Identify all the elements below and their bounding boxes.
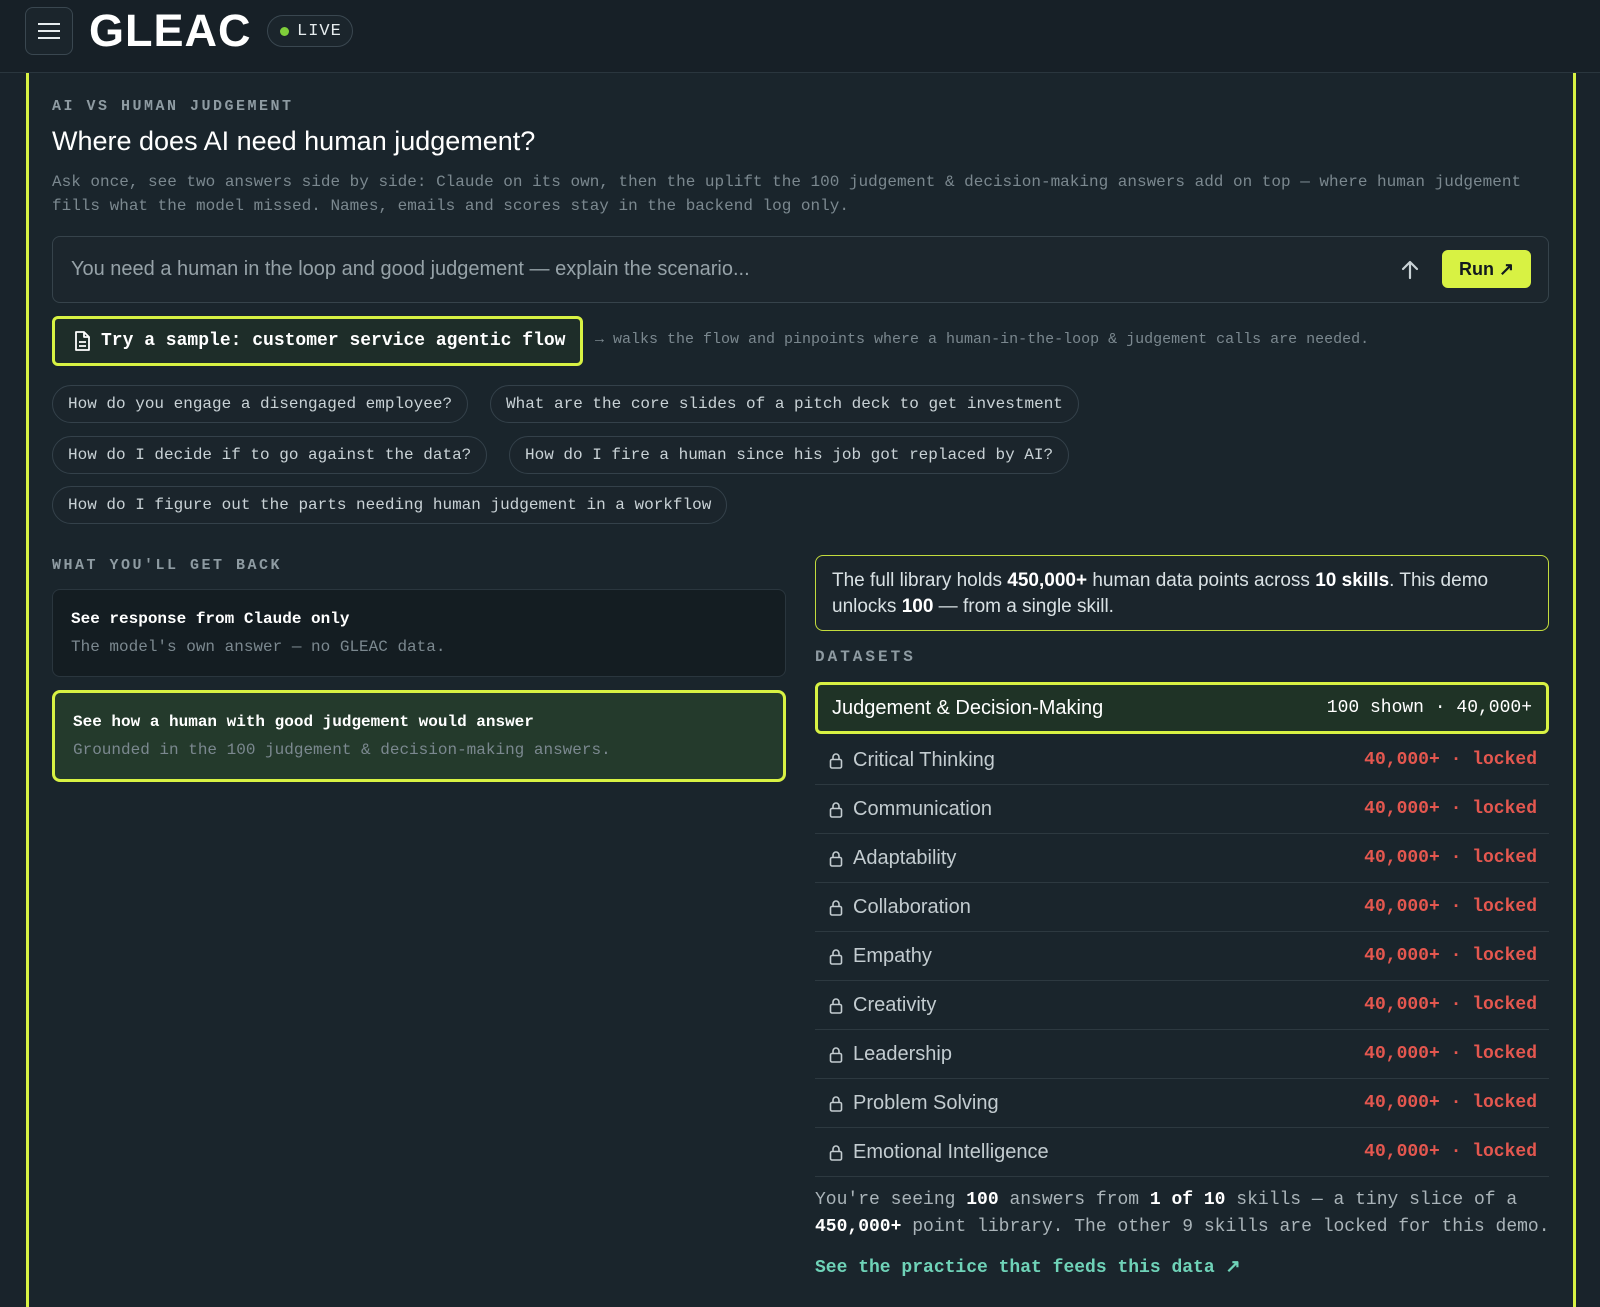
footer-text: skills — a tiny slice of a <box>1225 1190 1518 1210</box>
dataset-row-locked[interactable]: Emotional Intelligence 40,000+ · locked <box>815 1128 1549 1177</box>
page-description: Ask once, see two answers side by side: … <box>52 173 1522 215</box>
dataset-locked-status: 40,000+ · locked <box>1364 897 1537 917</box>
dataset-locked-status: 40,000+ · locked <box>1364 946 1537 966</box>
live-label: LIVE <box>297 21 342 41</box>
option-subtitle: Grounded in the 100 judgement & decision… <box>73 741 611 759</box>
footer-answers: 100 <box>966 1190 999 1210</box>
menu-button[interactable] <box>25 7 73 55</box>
option-subtitle: The model's own answer — no GLEAC data. <box>71 638 446 656</box>
dataset-name: Judgement & Decision-Making <box>832 696 1104 719</box>
option-claude-only[interactable]: See response from Claude only The model'… <box>52 589 786 677</box>
top-bar: GLEAC LIVE <box>0 0 1600 73</box>
dataset-row-left: Creativity <box>829 994 936 1017</box>
dataset-name: Problem Solving <box>853 1091 999 1114</box>
hamburger-menu-icon <box>38 23 60 39</box>
library-text: — from a single skill. <box>933 596 1114 617</box>
dataset-row-locked[interactable]: Communication 40,000+ · locked <box>815 785 1549 834</box>
datasets-label: DATASETS <box>815 648 916 666</box>
dataset-locked-status: 40,000+ · locked <box>1364 995 1537 1015</box>
dataset-row-locked[interactable]: Leadership 40,000+ · locked <box>815 1030 1549 1079</box>
dataset-locked-status: 40,000+ · locked <box>1364 1044 1537 1064</box>
lock-icon <box>829 850 843 867</box>
dataset-name: Critical Thinking <box>853 748 995 771</box>
library-text: human data points across <box>1087 570 1316 591</box>
dataset-count: 100 shown · 40,000+ <box>1326 698 1532 718</box>
live-badge: LIVE <box>267 15 353 47</box>
suggestion-chip[interactable]: How do I decide if to go against the dat… <box>52 436 488 474</box>
try-sample-label: Try a sample: customer service agentic f… <box>101 331 566 351</box>
dataset-row-left: Adaptability <box>829 847 956 870</box>
live-status-dot-icon <box>280 26 289 36</box>
dataset-row-left: Problem Solving <box>829 1092 999 1115</box>
option-title: See how a human with good judgement woul… <box>73 713 534 731</box>
dataset-name: Leadership <box>853 1042 952 1065</box>
arrow-up-icon[interactable] <box>1396 256 1424 284</box>
dataset-row-locked[interactable]: Adaptability 40,000+ · locked <box>815 834 1549 883</box>
locked-datasets-list: Critical Thinking 40,000+ · locked Communi… <box>815 736 1549 1177</box>
lock-icon <box>829 1046 843 1063</box>
lock-icon <box>829 1144 843 1161</box>
footer-text: answers from <box>998 1190 1150 1210</box>
try-sample-button[interactable]: Try a sample: customer service agentic f… <box>52 316 583 366</box>
footer-library-size: 450,000+ <box>815 1217 902 1237</box>
dataset-row-locked[interactable]: Creativity 40,000+ · locked <box>815 981 1549 1030</box>
logo: GLEAC <box>89 5 252 56</box>
prompt-input[interactable] <box>71 237 1321 302</box>
page-title: Where does AI need human judgement? <box>52 126 536 156</box>
practice-link[interactable]: See the practice that feeds this data ↗ <box>815 1256 1241 1278</box>
footer-text: You're seeing <box>815 1190 967 1210</box>
lock-icon <box>829 801 843 818</box>
suggestion-chip[interactable]: How do you engage a disengaged employee? <box>52 385 469 423</box>
response-options-label: WHAT YOU'LL GET BACK <box>52 557 283 574</box>
prompt-box: Run ↗ <box>52 236 1549 303</box>
dataset-locked-status: 40,000+ · locked <box>1364 750 1537 770</box>
lock-icon <box>829 899 843 916</box>
lock-icon <box>829 997 843 1014</box>
footer-note: You're seeing 100 answers from 1 of 10 s… <box>815 1187 1555 1241</box>
dataset-name: Creativity <box>853 993 937 1016</box>
dataset-name: Emotional Intelligence <box>853 1140 1049 1163</box>
dataset-name: Collaboration <box>853 895 971 918</box>
library-unlocked: 100 <box>901 596 934 617</box>
suggestion-chip[interactable]: How do I figure out the parts needing hu… <box>52 486 728 524</box>
dataset-name: Communication <box>853 797 992 820</box>
lock-icon <box>829 1095 843 1112</box>
dataset-active[interactable]: Judgement & Decision-Making 100 shown · … <box>815 682 1549 734</box>
dataset-row-left: Communication <box>829 798 992 821</box>
footer-of-skills: 1 of 10 <box>1149 1190 1226 1210</box>
dataset-row-left: Collaboration <box>829 896 971 919</box>
dataset-name: Empathy <box>853 944 932 967</box>
run-button-label: Run ↗ <box>1458 258 1515 279</box>
run-button[interactable]: Run ↗ <box>1442 250 1531 288</box>
dataset-name: Adaptability <box>853 846 957 869</box>
lock-icon <box>829 752 843 769</box>
option-human-judgement[interactable]: See how a human with good judgement woul… <box>52 690 786 782</box>
dataset-row-left: Leadership <box>829 1043 952 1066</box>
library-points: 450,000+ <box>1007 570 1088 591</box>
dataset-row-locked[interactable]: Problem Solving 40,000+ · locked <box>815 1079 1549 1128</box>
dataset-locked-status: 40,000+ · locked <box>1364 799 1537 819</box>
dataset-row-left: Critical Thinking <box>829 749 995 772</box>
section-eyebrow: AI VS HUMAN JUDGEMENT <box>52 98 294 115</box>
dataset-row-left: Empathy <box>829 945 932 968</box>
footer-text: point library. The other 9 skills are lo… <box>901 1217 1550 1237</box>
document-icon <box>75 331 90 351</box>
option-title: See response from Claude only <box>71 610 350 628</box>
dataset-locked-status: 40,000+ · locked <box>1364 848 1537 868</box>
dataset-row-locked[interactable]: Collaboration 40,000+ · locked <box>815 883 1549 932</box>
library-info: The full library holds 450,000+ human da… <box>815 555 1549 631</box>
lock-icon <box>829 948 843 965</box>
dataset-row-left: Emotional Intelligence <box>829 1141 1049 1164</box>
dataset-row-locked[interactable]: Empathy 40,000+ · locked <box>815 932 1549 981</box>
dataset-locked-status: 40,000+ · locked <box>1364 1142 1537 1162</box>
dataset-row-locked[interactable]: Critical Thinking 40,000+ · locked <box>815 736 1549 785</box>
library-skills: 10 skills <box>1315 570 1390 591</box>
sample-note: → walks the flow and pinpoints where a h… <box>595 331 1370 348</box>
library-text: The full library holds <box>832 570 1008 591</box>
suggestion-chip[interactable]: How do I fire a human since his job got … <box>509 436 1070 474</box>
dataset-locked-status: 40,000+ · locked <box>1364 1093 1537 1113</box>
suggestion-chip[interactable]: What are the core slides of a pitch deck… <box>490 385 1079 423</box>
